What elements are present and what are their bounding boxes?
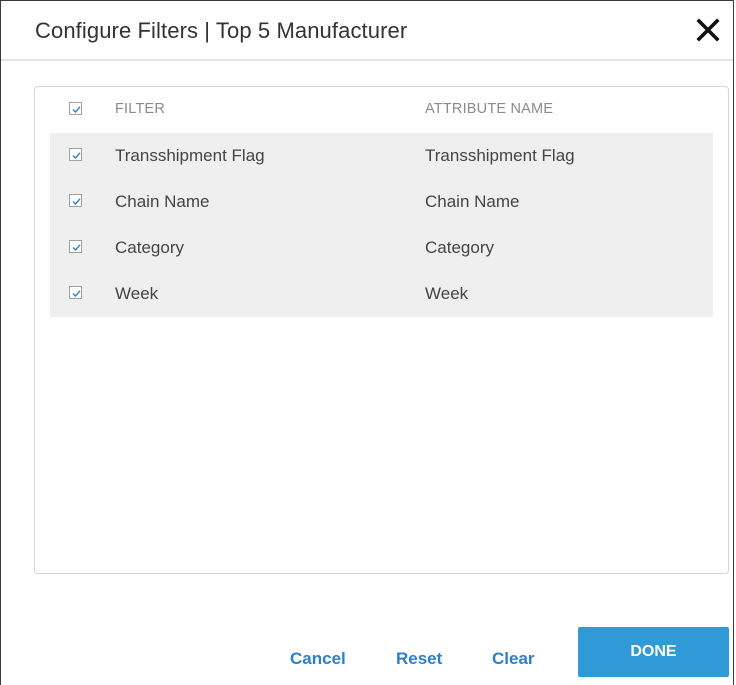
table-row: Week Week — [50, 271, 713, 317]
row-checkbox[interactable] — [69, 240, 82, 253]
filter-cell: Week — [115, 284, 159, 303]
filter-table: FILTER ATTRIBUTE NAME Transshipment Flag… — [34, 86, 729, 574]
select-all-checkbox[interactable] — [69, 102, 82, 115]
filter-cell: Category — [115, 238, 184, 257]
filter-column-header: FILTER — [115, 101, 166, 117]
attribute-cell: Chain Name — [425, 192, 520, 211]
row-checkbox[interactable] — [69, 286, 82, 299]
row-checkbox[interactable] — [69, 148, 82, 161]
attribute-column-header: ATTRIBUTE NAME — [425, 101, 554, 117]
done-button[interactable]: DONE — [578, 627, 729, 677]
close-icon[interactable] — [693, 15, 723, 45]
checkmark-icon — [72, 244, 81, 252]
configure-filters-dialog: Configure Filters | Top 5 Manufacturer F… — [0, 0, 734, 685]
reset-button[interactable]: Reset — [396, 649, 442, 669]
filter-cell: Chain Name — [115, 192, 210, 211]
dialog-header: Configure Filters | Top 5 Manufacturer — [1, 1, 733, 61]
cancel-button[interactable]: Cancel — [290, 649, 346, 669]
filter-cell: Transshipment Flag — [115, 146, 265, 165]
attribute-cell: Category — [425, 238, 494, 257]
attribute-cell: Transshipment Flag — [425, 146, 575, 165]
checkmark-icon — [72, 198, 81, 206]
table-row: Chain Name Chain Name — [50, 179, 713, 225]
checkmark-icon — [72, 106, 81, 114]
checkmark-icon — [72, 290, 81, 298]
dialog-title: Configure Filters | Top 5 Manufacturer — [35, 18, 408, 43]
checkmark-icon — [72, 152, 81, 160]
clear-button[interactable]: Clear — [492, 649, 535, 669]
row-checkbox[interactable] — [69, 194, 82, 207]
table-row: Category Category — [50, 225, 713, 271]
table-row: Transshipment Flag Transshipment Flag — [50, 133, 713, 179]
table-header-row: FILTER ATTRIBUTE NAME — [50, 87, 713, 133]
attribute-cell: Week — [425, 284, 469, 303]
